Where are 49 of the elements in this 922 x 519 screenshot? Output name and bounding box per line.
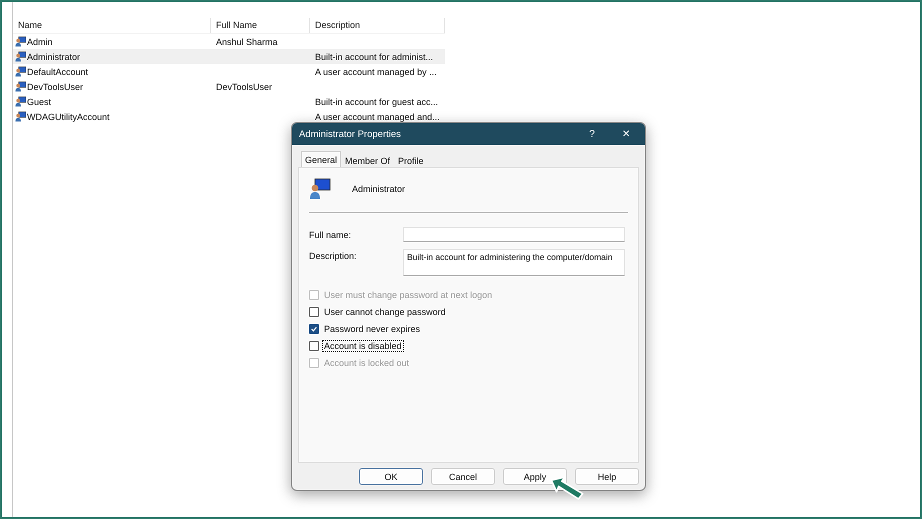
- user-icon: [15, 66, 26, 77]
- close-button[interactable]: ✕: [609, 123, 643, 145]
- dialog-title: Administrator Properties: [299, 128, 402, 140]
- description: A user account managed by ...: [315, 66, 437, 76]
- dialog-button[interactable]: Cancel: [431, 468, 495, 485]
- user-row[interactable]: Admin Anshul Sharma: [13, 34, 445, 49]
- description: Built-in account for administ...: [315, 52, 434, 62]
- checkbox-label[interactable]: Password never expires: [322, 322, 422, 334]
- field-label: Full name:: [309, 229, 352, 240]
- field-label: Description:: [309, 250, 358, 261]
- user-icon: [15, 51, 26, 62]
- text-field[interactable]: [403, 227, 625, 242]
- checkbox-label[interactable]: User cannot change password: [322, 306, 448, 318]
- dialog-button[interactable]: Help: [575, 468, 639, 485]
- full-name: Anshul Sharma: [216, 36, 278, 46]
- full-name: DevToolsUser: [216, 82, 272, 92]
- column-header[interactable]: Full Name: [211, 18, 310, 33]
- user-icon: [15, 111, 26, 122]
- user-icon: [15, 96, 26, 107]
- checkbox[interactable]: [309, 306, 319, 316]
- checkbox[interactable]: [309, 340, 319, 350]
- tab[interactable]: General: [301, 151, 342, 167]
- user-name: Administrator: [27, 52, 80, 62]
- user-name: WDAGUtilityAccount: [27, 112, 110, 122]
- user-icon: [309, 178, 331, 200]
- checkbox[interactable]: [309, 324, 319, 334]
- text-field[interactable]: Built-in account for administering the computer/domain: [403, 249, 625, 276]
- user-row[interactable]: Guest Built-in account for guest acc...: [13, 94, 445, 109]
- user-row[interactable]: DefaultAccount A user account managed by ...: [13, 64, 445, 79]
- dialog-button[interactable]: OK: [359, 468, 423, 485]
- description: Built-in account for guest acc...: [315, 96, 438, 106]
- user-name: Guest: [27, 96, 52, 106]
- user-row[interactable]: DevToolsUser DevToolsUser: [13, 79, 445, 94]
- user-icon: [15, 36, 26, 47]
- tab[interactable]: Member Of: [341, 153, 394, 167]
- user-row[interactable]: WDAGUtilityAccount A user account managed and...: [13, 109, 445, 124]
- user-name: DefaultAccount: [27, 66, 88, 76]
- checkbox-label[interactable]: Account is disabled: [322, 340, 404, 352]
- user-name: Administrator: [352, 184, 406, 194]
- user-icon: [15, 81, 26, 92]
- tab[interactable]: Profile: [394, 153, 428, 167]
- column-header[interactable]: Name: [13, 18, 211, 33]
- column-header[interactable]: Description: [310, 18, 445, 33]
- user-name: Admin: [27, 36, 53, 46]
- user-name: DevToolsUser: [27, 82, 84, 92]
- dialog-button[interactable]: Apply: [503, 468, 567, 485]
- help-button[interactable]: ?: [575, 123, 609, 145]
- description: A user account managed and...: [315, 112, 440, 122]
- user-row[interactable]: Administrator Built-in account for administ...: [13, 49, 445, 64]
